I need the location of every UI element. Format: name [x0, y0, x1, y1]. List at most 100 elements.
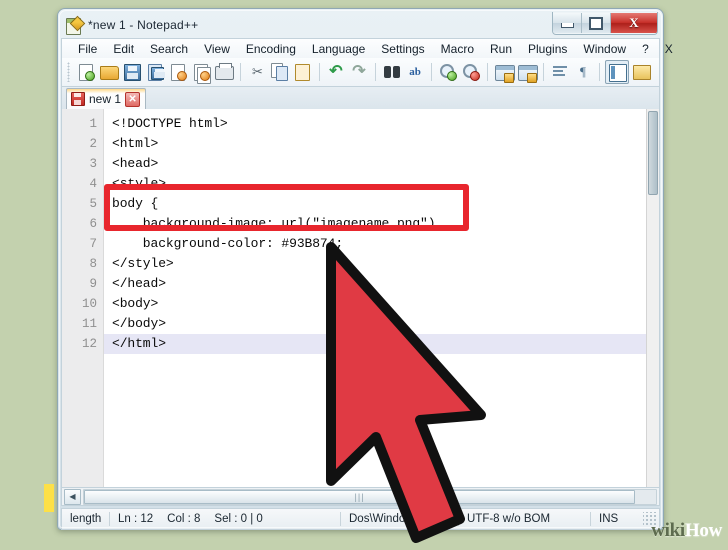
line-number: 7: [89, 237, 97, 251]
line-number: 12: [81, 337, 97, 351]
code-line[interactable]: <head>: [104, 154, 646, 174]
close-all-icon[interactable]: [190, 61, 212, 84]
save-icon[interactable]: [121, 61, 143, 83]
code-line[interactable]: <style>: [104, 174, 646, 194]
status-column: Col : 8: [167, 513, 201, 525]
tab-label: new 1: [89, 92, 122, 106]
word-wrap-icon[interactable]: [549, 61, 571, 83]
code-line[interactable]: body {: [104, 194, 646, 214]
toolbar: ✂ ↶ ↷ ab ¶: [61, 58, 660, 87]
code-line[interactable]: <!DOCTYPE html>: [104, 114, 646, 134]
minimize-icon: [560, 23, 574, 28]
open-file-icon[interactable]: [98, 61, 120, 83]
scroll-left-icon[interactable]: ◀: [64, 488, 81, 505]
status-position: Ln : 12 Col : 8 Sel : 0 | 0: [110, 512, 341, 526]
notepadpp-window: *new 1 - Notepad++ X File Edit Search Vi…: [57, 8, 673, 530]
code-line[interactable]: <body>: [104, 294, 646, 314]
sync-vertical-icon[interactable]: [493, 61, 515, 83]
replace-icon[interactable]: ab: [404, 61, 426, 83]
code-line-current[interactable]: </html>: [104, 334, 646, 354]
line-number: 4: [89, 177, 97, 191]
toolbar-separator: [319, 63, 320, 81]
code-line[interactable]: </style>: [104, 254, 646, 274]
print-icon[interactable]: [213, 61, 235, 83]
line-number: 2: [89, 137, 97, 151]
status-bar: length Ln : 12 Col : 8 Sel : 0 | 0 Dos\W…: [61, 508, 660, 530]
tab-close-icon[interactable]: ✕: [125, 91, 141, 107]
redo-icon[interactable]: ↷: [348, 61, 370, 83]
status-line: Ln : 12: [118, 513, 154, 525]
function-list-icon[interactable]: [630, 61, 652, 83]
status-encoding: UTF-8 w/o BOM: [459, 512, 591, 526]
menu-item-encoding[interactable]: Encoding: [238, 40, 304, 58]
maximize-button[interactable]: [582, 13, 611, 33]
editor-area: 1 2 3 4 5 6 7 8 9 10 11 12 <!DOCTYPE htm…: [61, 109, 660, 488]
paste-icon[interactable]: [292, 61, 314, 83]
line-number: 11: [81, 317, 97, 331]
close-file-icon[interactable]: [167, 61, 189, 83]
vertical-scrollbar[interactable]: [646, 109, 659, 487]
toolbar-separator: [431, 63, 432, 81]
line-number: 3: [89, 157, 97, 171]
menu-item-search[interactable]: Search: [142, 40, 196, 58]
tab-bar: new 1 ✕: [61, 87, 660, 109]
toolbar-separator: [487, 63, 488, 81]
find-icon[interactable]: [381, 61, 403, 83]
line-number: 8: [89, 257, 97, 271]
menu-item-macro[interactable]: Macro: [433, 40, 482, 58]
status-length: length: [62, 512, 110, 526]
wikihow-watermark: wikiHow: [651, 520, 722, 542]
undo-icon[interactable]: ↶: [325, 61, 347, 83]
menu-item-language[interactable]: Language: [304, 40, 373, 58]
window-title: *new 1 - Notepad++: [88, 18, 199, 32]
code-line[interactable]: <html>: [104, 134, 646, 154]
line-number: 5: [89, 197, 97, 211]
zoom-out-icon[interactable]: [460, 61, 482, 83]
unsaved-floppy-icon: [71, 92, 85, 106]
menu-item-window[interactable]: Window: [575, 40, 634, 58]
code-line[interactable]: </head>: [104, 274, 646, 294]
status-eol-format: Dos\Windows: [341, 512, 459, 526]
show-all-chars-icon[interactable]: ¶: [572, 61, 594, 83]
new-file-icon[interactable]: [75, 61, 97, 83]
code-line[interactable]: background-image: url("imagename.png"): [104, 214, 646, 234]
document-map-icon[interactable]: [605, 60, 629, 84]
cut-icon[interactable]: ✂: [246, 61, 268, 83]
menu-item-plugins[interactable]: Plugins: [520, 40, 575, 58]
window-controls: X: [552, 12, 658, 35]
menu-item-edit[interactable]: Edit: [105, 40, 142, 58]
minimize-button[interactable]: [553, 13, 582, 33]
horizontal-scrollbar-thumb[interactable]: |||: [84, 489, 636, 504]
notepad-pencil-icon: [65, 15, 86, 35]
code-line[interactable]: </body>: [104, 314, 646, 334]
code-line[interactable]: background-color: #93B874;: [104, 234, 646, 254]
watermark-wiki: wiki: [651, 520, 685, 541]
tab-new-1[interactable]: new 1 ✕: [66, 88, 147, 109]
title-bar: *new 1 - Notepad++ X: [61, 12, 660, 38]
menu-bar: File Edit Search View Encoding Language …: [61, 38, 673, 58]
status-insert-mode: INS: [599, 513, 619, 525]
line-number: 6: [89, 217, 97, 231]
step-number-marker: [44, 484, 54, 512]
menu-item-run[interactable]: Run: [482, 40, 520, 58]
menu-item-help[interactable]: ?: [634, 40, 657, 58]
vertical-scrollbar-thumb[interactable]: [648, 111, 658, 195]
zoom-in-icon[interactable]: [437, 61, 459, 83]
save-all-icon[interactable]: [144, 61, 166, 83]
toolbar-grip[interactable]: [67, 62, 70, 82]
menu-item-file[interactable]: File: [70, 40, 105, 58]
sync-horizontal-icon[interactable]: [516, 61, 538, 83]
horizontal-scrollbar-track[interactable]: |||: [83, 488, 657, 505]
line-number: 9: [89, 277, 97, 291]
close-button[interactable]: X: [611, 13, 657, 33]
toolbar-separator: [599, 63, 600, 81]
horizontal-scrollbar[interactable]: ◀ |||: [61, 488, 660, 506]
maximize-icon: [589, 16, 603, 30]
menu-item-view[interactable]: View: [196, 40, 238, 58]
line-number: 1: [89, 117, 97, 131]
code-text-area[interactable]: <!DOCTYPE html> <html> <head> <style> bo…: [104, 109, 646, 487]
menu-item-close-doc[interactable]: X: [657, 40, 681, 58]
copy-icon[interactable]: [269, 61, 291, 83]
menu-item-settings[interactable]: Settings: [373, 40, 432, 58]
toolbar-separator: [375, 63, 376, 81]
